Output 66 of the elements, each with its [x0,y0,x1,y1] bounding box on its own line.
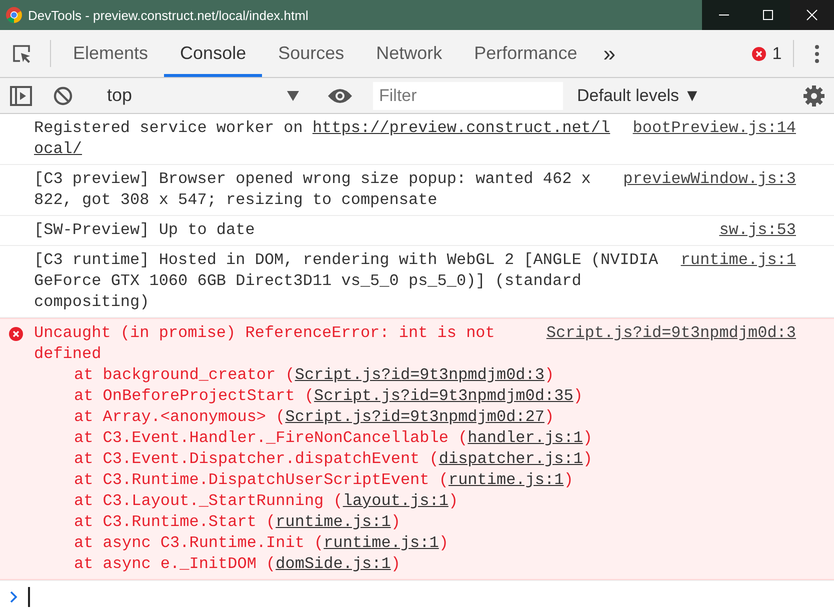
stack-frame-text: at Array.<anonymous> ( [74,408,286,426]
paren-text: ) [448,492,458,510]
source-link[interactable]: runtime.js:1 [276,513,391,531]
context-select[interactable]: top [97,80,307,110]
paren-text: ) [564,471,574,489]
paren-text: ) [582,450,592,468]
paren-text: ) [573,387,583,405]
kebab-menu-icon [814,44,820,64]
source-link[interactable]: Script.js?id=9t3npmdjm0d:35 [314,387,574,405]
error-count: 1 [772,44,782,64]
stack-frame-text: at async C3.Runtime.Init ( [74,534,324,552]
source-link[interactable]: bootPreview.js:14 [632,119,796,137]
stack-frame-text: at C3.Event.Dispatcher.dispatchEvent ( [74,450,439,468]
paren-text: ) [582,429,592,447]
stack-frame-text: at background_creator ( [74,366,295,384]
panel-tab[interactable]: Network [360,30,458,77]
panel-tab[interactable]: Sources [262,30,360,77]
stack-frame-text: at C3.Layout._StartRunning ( [74,492,343,510]
text-cursor [28,586,30,606]
message-text: [SW-Preview] Up to date [34,221,255,239]
sidebar-icon [10,86,32,106]
close-icon [806,9,818,21]
paren-text: ) [438,534,448,552]
filter-field[interactable]: Filter [373,82,563,110]
message-text: [C3 runtime] Hosted in DOM, rendering with WebGL 2 [ANGLE (NVIDIA GeForce GTX 1060 6GB Direct3D11 vs_5_0 ps_5_0)] (standard compositing) [34,251,658,311]
stack-frame-text: at async e._InitDOM ( [74,555,276,573]
paren-text: ) [390,555,400,573]
source-link[interactable]: Script.js?id=9t3npmdjm0d:27 [285,408,544,426]
maximize-icon [762,9,774,21]
close-button[interactable] [790,0,834,30]
error-icon [752,46,766,60]
source-link[interactable]: runtime.js:1 [324,534,439,552]
window-title: DevTools - preview.construct.net/local/index.html [27,8,310,22]
source-link[interactable]: handler.js:1 [468,429,583,447]
cursor-in-box-icon [11,42,33,64]
source-link[interactable]: runtime.js:1 [448,471,564,489]
more-tabs-button[interactable]: » [593,30,626,77]
clear-icon [53,86,73,106]
source-link[interactable]: dispatcher.js:1 [438,450,583,468]
settings-icon [803,84,825,106]
source-link[interactable]: Script.js?id=9t3npmdjm0d:3 [294,366,544,384]
message-text: [C3 preview] Browser opened wrong size popup: wanted 462 x 822, got 308 x 547; resizing to compensate [34,170,591,209]
source-link[interactable]: runtime.js:1 [680,251,796,269]
stack-frame-text: at C3.Runtime.Start ( [74,513,276,531]
panel-tab[interactable]: Performance [458,30,594,77]
log-levels-dropdown[interactable]: Default levels ▼ [563,86,715,106]
eye-icon [327,88,353,104]
stack-frame-text: at C3.Event.Handler._FireNonCancellable ( [74,429,468,447]
source-link[interactable]: sw.js:53 [719,221,796,239]
stack-frame-text: at OnBeforeProjectStart ( [74,387,314,405]
caret-icon [287,90,299,100]
paren-text: ) [544,408,554,426]
maximize-button[interactable] [746,0,790,30]
source-link[interactable]: Script.js?id=9t3npmdjm0d:3 [546,324,796,342]
prompt-chevron-icon [10,590,18,602]
source-link[interactable]: previewWindow.js:3 [623,170,796,188]
browser-logo-icon [6,7,22,23]
source-link[interactable]: layout.js:1 [342,492,448,510]
source-link[interactable]: domSide.js:1 [276,555,391,573]
paren-text: ) [544,366,554,384]
error-icon [9,327,23,341]
panel-tab[interactable]: Elements [57,30,164,77]
message-text: Registered service worker on https://preview.construct.net/local/ [34,119,610,158]
error-count-button[interactable]: 1 [747,30,787,77]
paren-text: ) [390,513,400,531]
stack-frame-text: at C3.Runtime.DispatchUserScriptEvent ( [74,471,448,489]
